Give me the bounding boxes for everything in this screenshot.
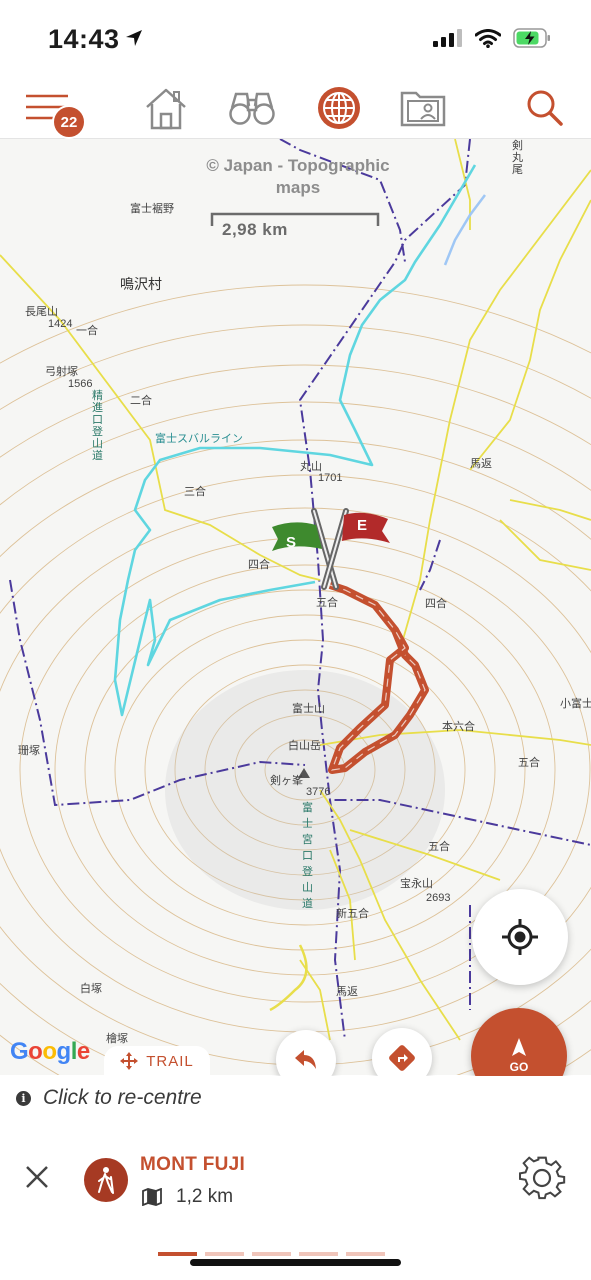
- place-label: 檜塚: [106, 1033, 128, 1045]
- pager-dot[interactable]: [299, 1252, 338, 1256]
- place-label: 精進口登山道: [92, 390, 103, 462]
- place-label: 珊塚: [18, 745, 40, 757]
- signal-icon: [433, 29, 462, 47]
- search-button[interactable]: [518, 84, 572, 132]
- place-label: 一合: [76, 325, 98, 337]
- status-icons: [433, 28, 551, 48]
- place-label: 2693: [426, 892, 451, 904]
- info-icon: i: [16, 1090, 31, 1106]
- pager: [158, 1252, 385, 1256]
- binoculars-icon: [229, 92, 275, 125]
- place-label: 新五合: [336, 908, 369, 920]
- place-label: 小富士: [560, 698, 591, 710]
- gear-icon[interactable]: [518, 1154, 566, 1202]
- place-label: 3776: [306, 786, 331, 798]
- crosshair-icon: [502, 919, 538, 955]
- move-arrows-icon: [120, 1052, 139, 1070]
- pager-dot[interactable]: [346, 1252, 385, 1256]
- directions-icon: [389, 1045, 415, 1071]
- place-label: 富士裾野: [130, 203, 174, 215]
- go-label: GO: [509, 1060, 529, 1074]
- trail-distance: 1,2 km: [176, 1186, 234, 1207]
- start-flag: [272, 522, 322, 551]
- place-label: 弓射塚: [45, 366, 78, 378]
- place-label: 1566: [68, 378, 93, 390]
- place-label: 鳴沢村: [120, 276, 162, 292]
- status-time: 14:43: [48, 24, 120, 54]
- home-indicator[interactable]: [190, 1259, 401, 1266]
- pager-dot[interactable]: [252, 1252, 291, 1256]
- place-label: 富士宮口登山道: [302, 802, 313, 910]
- recenter-button[interactable]: [472, 889, 568, 985]
- place-label: 富士スバルライン: [155, 433, 243, 445]
- trail-tab[interactable]: TRAIL: [104, 1046, 210, 1076]
- place-label: 五合: [518, 757, 540, 769]
- trail-tab-label: TRAIL: [146, 1052, 194, 1070]
- place-label: 白塚: [80, 983, 102, 995]
- map-attribution: © Japan - Topographic maps: [206, 156, 390, 197]
- start-end-flags: [272, 508, 390, 590]
- binoculars-button[interactable]: [225, 84, 279, 132]
- place-label: 二合: [130, 395, 152, 407]
- menu-badge: 22: [52, 105, 86, 139]
- place-label: 1424: [48, 318, 73, 330]
- trail-distance-row: 1,2 km: [142, 1186, 233, 1208]
- place-label: 五合: [316, 597, 338, 609]
- recentre-hint[interactable]: i Click to re-centre: [0, 1076, 591, 1120]
- contacts-button[interactable]: [396, 84, 450, 132]
- map-icon: [142, 1188, 162, 1206]
- close-icon[interactable]: [22, 1162, 52, 1192]
- place-label: 剣ヶ峯: [270, 775, 303, 787]
- contacts-icon: [400, 91, 446, 127]
- navigation-arrow-icon: [512, 1038, 526, 1056]
- place-label: 宝永山: [400, 878, 433, 890]
- location-arrow-icon: [126, 30, 142, 46]
- google-logo: Google: [10, 1038, 90, 1065]
- scale-label: 2,98 km: [222, 220, 288, 239]
- place-label: 本六合: [442, 721, 475, 733]
- place-label: 1701: [318, 472, 343, 484]
- globe-icon: [318, 87, 360, 129]
- place-label: 馬返: [336, 986, 358, 998]
- globe-button[interactable]: [312, 84, 366, 132]
- top-toolbar: 22: [0, 78, 591, 139]
- place-label: 四合: [248, 559, 270, 571]
- place-label: 四合: [425, 598, 447, 610]
- place-label: 三合: [184, 486, 206, 498]
- place-label: 五合: [428, 841, 450, 853]
- search-icon: [527, 90, 563, 126]
- pager-dot[interactable]: [205, 1252, 244, 1256]
- trail-info-panel: MONT FUJI 1,2 km: [0, 1120, 591, 1280]
- home-button[interactable]: [139, 84, 193, 132]
- place-label: 剣丸尾: [512, 140, 523, 176]
- place-label: 長尾山: [25, 306, 58, 318]
- pager-dot[interactable]: [158, 1252, 197, 1256]
- place-label: 富士山: [292, 703, 325, 715]
- status-bar: 14:43: [0, 0, 591, 78]
- home-icon: [146, 88, 186, 130]
- trail-name[interactable]: MONT FUJI: [140, 1154, 245, 1176]
- wifi-icon: [475, 28, 501, 48]
- start-flag-label: S: [286, 534, 297, 551]
- recentre-text: Click to re-centre: [43, 1086, 202, 1109]
- end-flag-label: E: [357, 517, 368, 534]
- place-label: 馬返: [470, 458, 492, 470]
- battery-charging-icon: [513, 28, 550, 48]
- place-label: 白山岳: [288, 740, 321, 752]
- hiker-icon: [84, 1158, 128, 1202]
- undo-arrow-icon: [295, 1050, 316, 1069]
